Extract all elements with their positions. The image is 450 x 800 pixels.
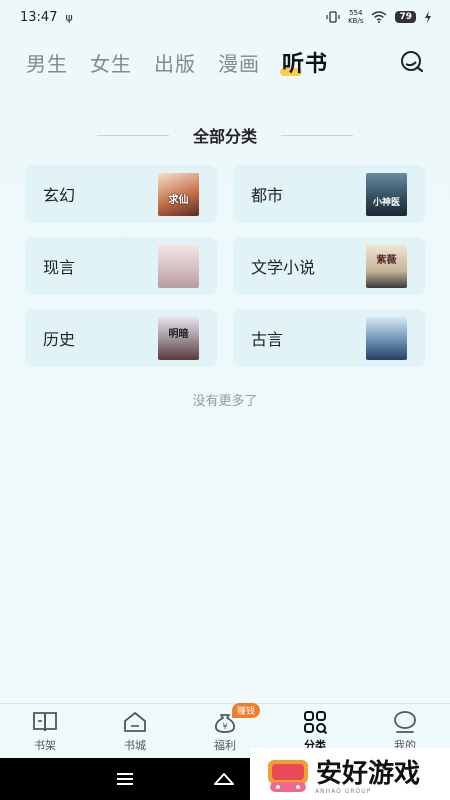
- search-icon[interactable]: [398, 48, 426, 76]
- book-cover: 紫薇: [366, 244, 407, 288]
- usb-icon: ψ: [65, 10, 73, 24]
- nav-label: 书城: [124, 739, 146, 752]
- divider-left: [96, 134, 169, 136]
- category-label: 都市: [251, 186, 284, 205]
- category-card-dushi[interactable]: 都市 小神医: [233, 165, 425, 223]
- tab-comics[interactable]: 漫画: [218, 48, 260, 77]
- category-card-literature[interactable]: 文学小说 紫薇: [233, 237, 425, 295]
- nav-bookstore[interactable]: 书城: [95, 709, 175, 753]
- tab-male[interactable]: 男生: [26, 48, 68, 77]
- menu-icon[interactable]: [113, 768, 137, 790]
- bookshelf-icon: [33, 712, 57, 732]
- category-card-xuanhuan[interactable]: 玄幻 求仙: [25, 165, 217, 223]
- wifi-icon: [372, 11, 387, 23]
- book-cover: [366, 316, 407, 360]
- profile-icon: [394, 711, 416, 733]
- category-label: 古言: [251, 330, 284, 349]
- tab-published[interactable]: 出版: [154, 48, 196, 77]
- tab-audiobook[interactable]: 听书: [279, 46, 328, 78]
- watermark-subtext: ANHAO GROUP: [315, 788, 372, 795]
- category-card-history[interactable]: 历史 明暗: [25, 309, 217, 367]
- vibrate-icon: [326, 11, 340, 23]
- charging-icon: [425, 11, 431, 23]
- section-header: 全部分类: [0, 122, 450, 148]
- home-icon: [124, 712, 146, 732]
- category-grid: 玄幻 求仙 都市 小神医 现言 文学小说 紫薇 历史 明暗 古言: [25, 165, 425, 367]
- watermark-text: 安好游戏: [316, 759, 421, 789]
- top-tabs: 男生 女生 出版 漫画 听书: [26, 44, 426, 80]
- category-label: 现言: [43, 258, 76, 277]
- home-button-icon[interactable]: [212, 768, 236, 790]
- gamepad-logo-icon: [268, 760, 308, 792]
- category-label: 文学小说: [251, 258, 316, 277]
- book-cover: [158, 244, 199, 288]
- category-label: 历史: [43, 330, 76, 349]
- category-card-xianyan[interactable]: 现言: [25, 237, 217, 295]
- category-icon: [304, 711, 328, 735]
- nav-category[interactable]: 分类: [275, 709, 355, 753]
- category-card-guyan[interactable]: 古言: [233, 309, 425, 367]
- svg-text:¥: ¥: [222, 722, 227, 731]
- earn-badge: 赚钱: [232, 703, 261, 718]
- nav-profile[interactable]: 我的: [365, 709, 445, 753]
- book-cover: 小神医: [366, 172, 407, 216]
- status-time: 13:47: [20, 9, 58, 25]
- divider-right: [281, 134, 353, 136]
- nav-label: 福利: [214, 739, 236, 752]
- status-bar: 13:47 ψ 554 KB/s 79: [0, 0, 450, 34]
- nav-welfare[interactable]: 赚钱 ¥ 福利: [185, 703, 265, 753]
- nav-bookshelf[interactable]: 书架: [5, 709, 85, 753]
- nav-label: 书架: [34, 739, 56, 752]
- watermark-logo: 安好游戏 ANHAO GROUP: [250, 748, 450, 800]
- tab-female[interactable]: 女生: [90, 48, 132, 77]
- book-cover: 明暗: [158, 316, 199, 360]
- no-more-text: 没有更多了: [192, 394, 258, 409]
- battery-indicator: 79: [395, 11, 416, 23]
- section-title: 全部分类: [192, 127, 257, 146]
- network-speed: 554 KB/s: [348, 9, 364, 25]
- book-cover: 求仙: [158, 172, 199, 216]
- category-label: 玄幻: [43, 186, 76, 205]
